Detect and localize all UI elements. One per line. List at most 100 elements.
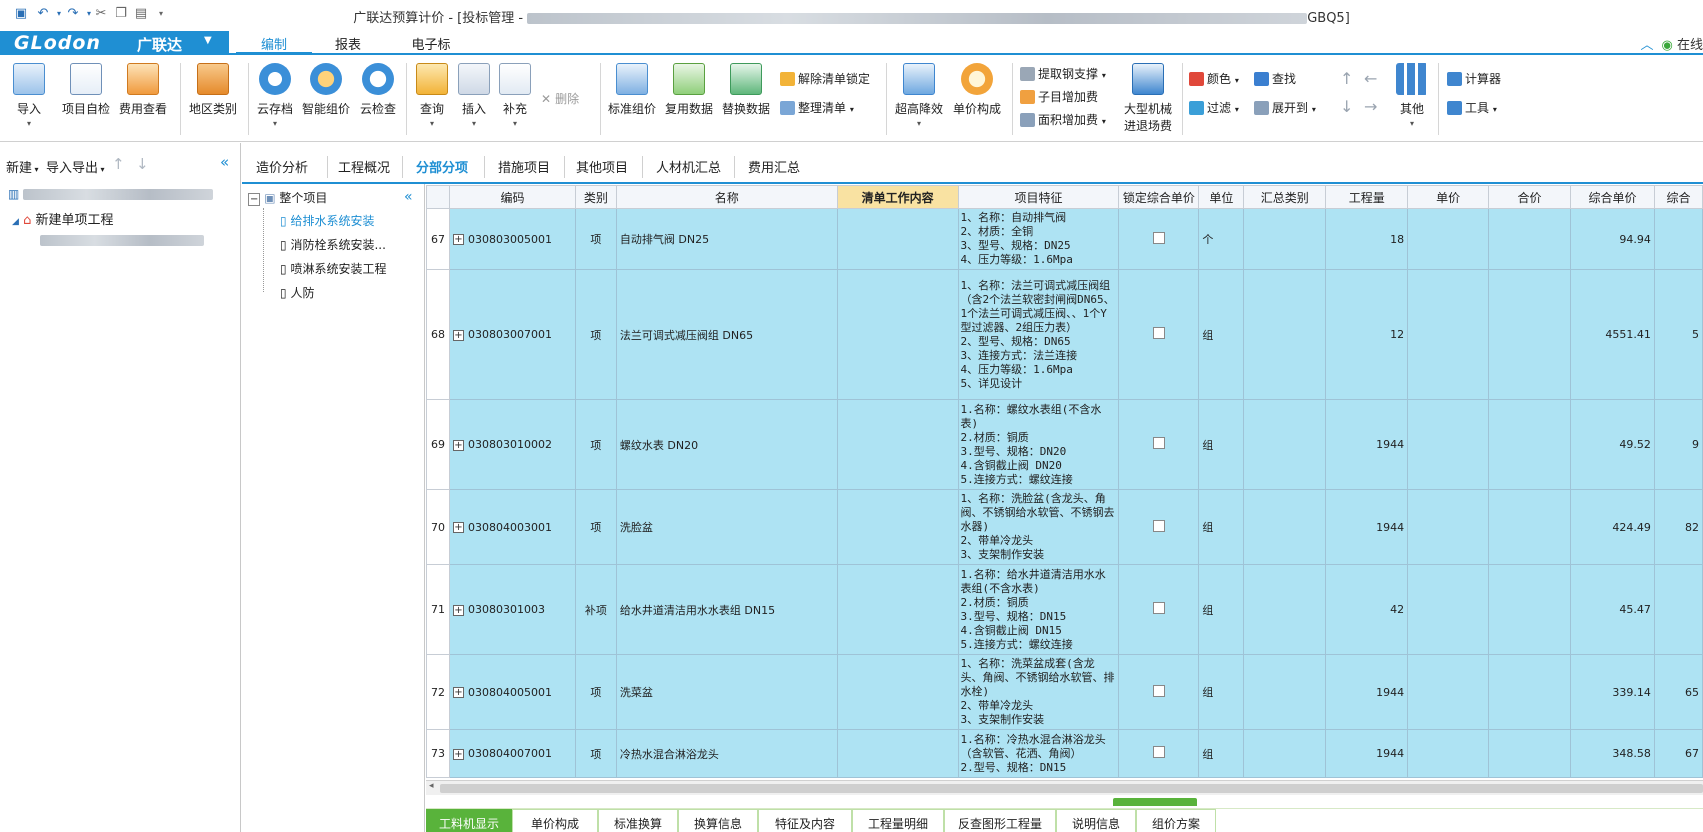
move-down-icon[interactable]: ↓: [136, 155, 149, 173]
row-number[interactable]: 68: [426, 269, 450, 400]
lock-checkbox[interactable]: [1152, 327, 1165, 339]
tree-item-new-single[interactable]: ◢ ⌂ 新建单项工程: [12, 209, 113, 228]
smart-price-button[interactable]: 智能组价: [300, 63, 352, 117]
tab-other-items[interactable]: 其他项目: [576, 157, 628, 176]
high-reduce-button[interactable]: 超高降效 ▾: [892, 63, 946, 128]
total-price[interactable]: [1488, 654, 1571, 730]
lock-checkbox[interactable]: [1152, 746, 1165, 758]
expand-row-icon[interactable]: +: [452, 522, 464, 533]
summary-type[interactable]: [1243, 269, 1327, 400]
item-feature[interactable]: 1、名称：法兰可调式减压阀组（含2个法兰软密封闸阀DN65、1个法兰可调式减压阀…: [957, 269, 1120, 400]
menu-tab-report[interactable]: 报表: [322, 34, 374, 53]
expand-row-icon[interactable]: +: [452, 439, 464, 451]
sub-item-fee-button[interactable]: 子目增加费: [1020, 88, 1098, 105]
item-type[interactable]: 项: [574, 729, 617, 778]
lock-checkbox[interactable]: [1152, 231, 1165, 244]
row-number[interactable]: 73: [426, 729, 450, 778]
tab-quantity-detail[interactable]: 工程量明细: [852, 809, 944, 832]
unit-price[interactable]: [1407, 654, 1490, 730]
expand-row-icon[interactable]: +: [452, 687, 464, 698]
scrollbar-thumb[interactable]: [440, 784, 1703, 793]
delete-button[interactable]: ✕ 删除: [541, 90, 579, 107]
std-price-button[interactable]: 标准组价: [605, 63, 659, 117]
item-type[interactable]: 项: [574, 399, 617, 490]
expand-row-icon[interactable]: +: [452, 329, 464, 341]
header-code[interactable]: 编码: [448, 185, 576, 209]
tab-pricing-plan[interactable]: 组价方案: [1136, 809, 1216, 832]
table-row[interactable]: 69 +030803010002 项螺纹水表 DN20 1.名称：螺纹水表组(不含水表…: [426, 399, 1703, 490]
scroll-left-icon[interactable]: ◂: [429, 781, 434, 791]
move-down-icon[interactable]: ↓: [1340, 97, 1353, 116]
move-right-icon[interactable]: →: [1364, 97, 1377, 116]
header-comp-total[interactable]: 综合: [1653, 185, 1703, 209]
header-lock-price[interactable]: 锁定综合单价: [1118, 185, 1200, 209]
item-code[interactable]: +030803010002: [448, 399, 576, 490]
tab-conversion-info[interactable]: 换算信息: [678, 809, 758, 832]
work-content[interactable]: [836, 208, 959, 270]
collapse-panel-icon[interactable]: «: [404, 189, 413, 205]
summary-type[interactable]: [1243, 564, 1327, 655]
item-code[interactable]: +030804003001: [448, 489, 576, 565]
insert-button[interactable]: 插入 ▾: [456, 63, 492, 128]
lock-price-checkbox[interactable]: [1118, 564, 1200, 655]
summary-type[interactable]: [1243, 208, 1327, 270]
work-content[interactable]: [836, 564, 959, 655]
collapse-icon[interactable]: −: [248, 193, 261, 206]
cloud-check-button[interactable]: 云检查: [356, 63, 400, 117]
item-type[interactable]: 项: [574, 269, 617, 400]
comp-unit-price[interactable]: 339.14: [1569, 654, 1655, 730]
online-status[interactable]: ︿ ◉ 在线: [1640, 34, 1703, 53]
self-check-button[interactable]: 项目自检: [60, 63, 112, 117]
comp-unit-price[interactable]: 94.94: [1569, 208, 1655, 270]
header-type[interactable]: 类别: [574, 185, 617, 209]
horizontal-scrollbar[interactable]: ◂: [426, 780, 1703, 795]
extract-steel-button[interactable]: 提取钢支撑 ▾: [1020, 65, 1106, 82]
header-summary-type[interactable]: 汇总类别: [1243, 185, 1327, 209]
find-button[interactable]: 查找: [1254, 70, 1296, 87]
lock-price-checkbox[interactable]: [1118, 208, 1200, 270]
work-content[interactable]: [836, 729, 959, 778]
header-comp-unit-price[interactable]: 综合单价: [1569, 185, 1655, 209]
tab-labor-material-display[interactable]: 工料机显示: [426, 809, 512, 832]
row-number[interactable]: 72: [426, 654, 450, 730]
item-unit[interactable]: 组: [1198, 489, 1245, 565]
expand-row-icon[interactable]: +: [452, 748, 464, 760]
comp-unit-price[interactable]: 348.58: [1569, 729, 1655, 778]
item-unit[interactable]: 组: [1198, 729, 1245, 778]
item-name[interactable]: 给水井道清洁用水水表组 DN15: [615, 564, 838, 655]
unit-price[interactable]: [1407, 269, 1490, 400]
app-menu-button[interactable]: GLodon 广联达 ▼: [0, 31, 229, 55]
total-price[interactable]: [1488, 489, 1571, 565]
tree-item-drainage[interactable]: ▯ 给排水系统安装: [280, 212, 374, 229]
tab-measures[interactable]: 措施项目: [498, 157, 550, 176]
header-name[interactable]: 名称: [615, 185, 838, 209]
lock-checkbox[interactable]: [1152, 519, 1165, 532]
work-content[interactable]: [836, 269, 959, 400]
header-work-content[interactable]: 清单工作内容: [836, 185, 959, 209]
item-feature[interactable]: 1、名称：洗菜盆成套(含龙头、角阀、不锈钢给水软管、排水栓) 2、带单冷龙头 3…: [957, 654, 1120, 730]
reuse-data-button[interactable]: 复用数据: [662, 63, 716, 117]
item-quantity[interactable]: 18: [1325, 208, 1409, 270]
tab-sub-items[interactable]: 分部分项: [416, 157, 468, 176]
comp-unit-price[interactable]: 4551.41: [1569, 269, 1655, 400]
item-feature[interactable]: 1、名称：自动排气阀 2、材质：全铜 3、型号、规格：DN25 4、压力等级：1…: [957, 208, 1120, 270]
calculator-button[interactable]: 计算器: [1447, 70, 1501, 87]
row-number[interactable]: 69: [426, 399, 450, 490]
item-type[interactable]: 项: [574, 489, 617, 565]
comp-total[interactable]: 5: [1653, 269, 1703, 400]
item-type[interactable]: 项: [574, 208, 617, 270]
tab-project-overview[interactable]: 工程概况: [338, 157, 390, 176]
import-button[interactable]: 导入 ▾: [8, 63, 50, 128]
row-number[interactable]: 71: [426, 564, 450, 655]
tab-feature-content[interactable]: 特征及内容: [758, 809, 852, 832]
unit-price[interactable]: [1407, 564, 1490, 655]
tree-item-sprinkler[interactable]: ▯ 喷淋系统安装工程: [280, 260, 386, 277]
tab-cost-analysis[interactable]: 造价分析: [256, 157, 308, 176]
lock-price-checkbox[interactable]: [1118, 399, 1200, 490]
item-name[interactable]: 自动排气阀 DN25: [615, 208, 838, 270]
item-quantity[interactable]: 1944: [1325, 489, 1409, 565]
unit-price[interactable]: [1407, 399, 1490, 490]
move-up-icon[interactable]: ↑: [112, 155, 125, 173]
project-root-row[interactable]: ▥: [8, 187, 214, 201]
item-code[interactable]: +030804005001: [448, 654, 576, 730]
